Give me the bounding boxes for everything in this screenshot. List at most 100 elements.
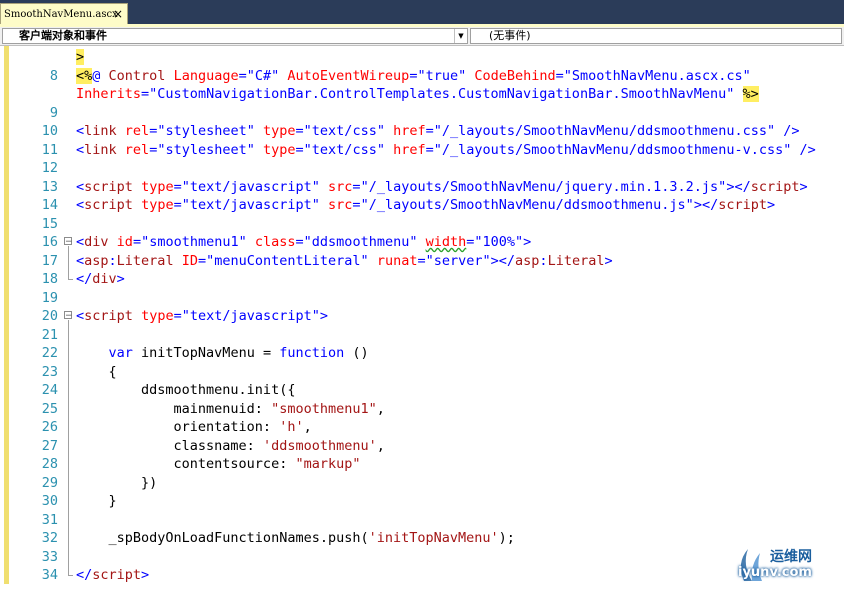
outline-guide-end: [68, 279, 73, 280]
code-text: contentsource: "markup": [76, 455, 361, 473]
code-token: "/_layouts/SmoothNavMenu/jquery.min.1.3.…: [360, 178, 727, 195]
code-line[interactable]: 26 orientation: 'h',: [0, 418, 844, 436]
close-icon[interactable]: ×: [113, 6, 123, 22]
code-token: ,: [376, 437, 385, 454]
code-token: contentsource:: [76, 456, 296, 472]
code-line[interactable]: 19: [0, 289, 844, 307]
code-token: "/_layouts/SmoothNavMenu/ddsmoothmenu-v.…: [433, 141, 792, 158]
code-editor[interactable]: >8 <%@ Control Language="C#" AutoEventWir…: [0, 46, 844, 591]
code-token: %>: [742, 86, 759, 102]
line-number: 13: [41, 178, 58, 195]
code-token: ></: [490, 252, 516, 269]
line-number: 11: [41, 141, 58, 158]
code-token: "SmoothNavMenu.ascx.cs": [563, 67, 751, 84]
code-token: >: [141, 567, 150, 583]
code-token: "text/javascript": [181, 308, 320, 324]
line-number: 29: [41, 474, 58, 491]
code-line[interactable]: 30 }: [0, 492, 844, 510]
code-token: >: [116, 271, 125, 287]
code-token: :: [108, 252, 117, 269]
code-line[interactable]: 14 <script type="text/javascript" src="/_…: [0, 196, 844, 214]
code-token: "true": [417, 67, 467, 84]
code-line[interactable]: >: [0, 48, 844, 66]
object-dropdown[interactable]: 客户端对象和事件 ▼: [2, 28, 468, 44]
code-token: >: [766, 197, 776, 213]
chevron-down-icon[interactable]: ▼: [454, 29, 467, 43]
code-line[interactable]: 32 _spBodyOnLoadFunctionNames.push('init…: [0, 529, 844, 547]
code-token: >: [319, 308, 329, 324]
code-line[interactable]: 24 ddsmoothmenu.init({: [0, 381, 844, 399]
code-token: var: [108, 345, 133, 361]
code-line[interactable]: 33: [0, 548, 844, 566]
code-token: =: [555, 67, 564, 84]
code-line[interactable]: 13 <script type="text/javascript" src="/_…: [0, 178, 844, 196]
line-number: 31: [41, 511, 58, 528]
code-token: =: [141, 86, 150, 102]
code-text: >: [76, 48, 85, 66]
code-line[interactable]: 31: [0, 511, 844, 529]
code-token: "smoothmenu1": [141, 234, 247, 250]
code-line[interactable]: 29 }): [0, 474, 844, 492]
code-token: >: [799, 178, 808, 195]
watermark-site-url: iyunv.com: [738, 565, 812, 580]
code-line[interactable]: 34 </script>: [0, 566, 844, 584]
line-number: 12: [41, 160, 58, 176]
code-line[interactable]: 22 var initTopNavMenu = function (): [0, 344, 844, 362]
code-line[interactable]: 15: [0, 215, 844, 233]
code-line[interactable]: 10 <link rel="stylesheet" type="text/css"…: [0, 122, 844, 140]
code-token: runat: [376, 252, 418, 269]
code-line[interactable]: 18 </div>: [0, 270, 844, 288]
code-token: link: [84, 123, 117, 139]
code-token: Inherits: [76, 86, 142, 102]
event-dropdown[interactable]: (无事件): [470, 28, 842, 44]
code-token: ></: [726, 178, 751, 195]
code-line[interactable]: 9: [0, 104, 844, 122]
collapse-icon[interactable]: −: [64, 237, 73, 247]
code-token: =: [238, 67, 247, 84]
code-token: <: [76, 178, 85, 195]
collapse-icon[interactable]: −: [64, 311, 73, 321]
document-tab-strip: SmoothNavMenu.ascx ×: [0, 0, 844, 24]
code-line[interactable]: 25 mainmenuid: "smoothmenu1",: [0, 400, 844, 418]
code-token: (): [344, 345, 369, 361]
code-text: <script type="text/javascript">: [76, 307, 328, 325]
code-token: "stylesheet": [157, 141, 255, 158]
code-text: <link rel="stylesheet" type="text/css" h…: [76, 122, 800, 140]
code-token: <: [76, 252, 85, 269]
code-token: 'ddsmoothmenu': [262, 437, 377, 454]
code-token: <%: [76, 67, 93, 84]
line-number: 28: [41, 456, 58, 472]
code-text: <script type="text/javascript" src="/_la…: [76, 196, 775, 214]
code-line[interactable]: 11 <link rel="stylesheet" type="text/css"…: [0, 141, 844, 159]
code-token: class: [254, 234, 296, 250]
line-number: 10: [41, 123, 58, 139]
code-line[interactable]: 20− <script type="text/javascript">: [0, 307, 844, 325]
code-text: var initTopNavMenu = function (): [76, 344, 369, 362]
code-token: </: [76, 271, 93, 287]
code-line[interactable]: 28 contentsource: "markup": [0, 455, 844, 473]
code-token: =: [425, 123, 434, 139]
code-line[interactable]: 16− <div id="smoothmenu1" class="ddsmooth…: [0, 233, 844, 251]
code-token: Control: [108, 67, 174, 84]
code-line[interactable]: 8 <%@ Control Language="C#" AutoEventWire…: [0, 67, 844, 85]
document-tab[interactable]: SmoothNavMenu.ascx ×: [0, 3, 128, 24]
code-line[interactable]: 27 classname: 'ddsmoothmenu',: [0, 437, 844, 455]
line-number: 32: [41, 530, 58, 546]
code-token: ,: [303, 419, 312, 435]
code-token: src: [328, 178, 353, 195]
code-line[interactable]: Inherits="CustomNavigationBar.ControlTem…: [0, 85, 844, 103]
code-line[interactable]: 17 <asp:Literal ID="menuContentLiteral" r…: [0, 252, 844, 270]
line-number: 20: [41, 308, 58, 324]
code-text: <%@ Control Language="C#" AutoEventWireu…: [76, 67, 751, 85]
code-line[interactable]: 21: [0, 326, 844, 344]
code-line[interactable]: 23 {: [0, 363, 844, 381]
code-line[interactable]: 12: [0, 159, 844, 177]
code-token: "text/javascript": [181, 178, 320, 195]
code-token: "/_layouts/SmoothNavMenu/ddsmoothmenu.cs…: [433, 123, 776, 139]
